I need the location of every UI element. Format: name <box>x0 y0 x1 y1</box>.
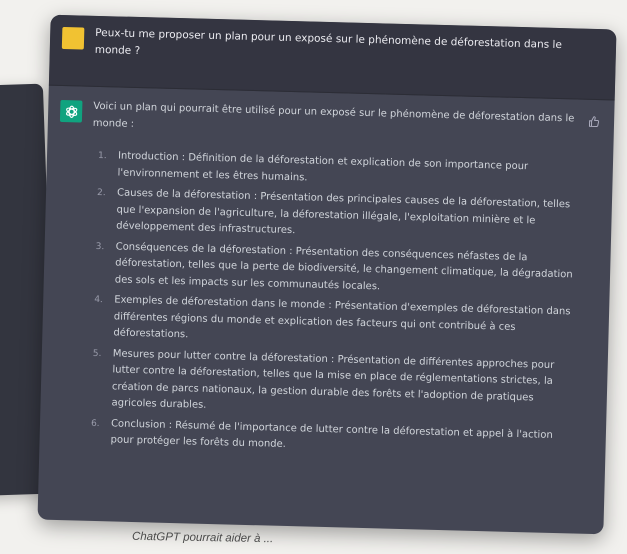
plan-item-number: 3. <box>95 241 105 252</box>
plan-list: 1. Introduction : Définition de la défore… <box>84 148 579 461</box>
openai-logo-glyph <box>65 105 77 118</box>
photo-caption: ChatGPT pourrait aider à ... <box>131 530 274 546</box>
plan-item-number: 5. <box>92 348 102 359</box>
thumbs-up-icon[interactable] <box>588 116 600 131</box>
plan-item-text: Exemples de déforestation dans le monde … <box>113 294 571 341</box>
plan-item-number: 1. <box>97 150 107 162</box>
user-message-text: Peux-tu me proposer un plan pour un expo… <box>94 26 563 58</box>
plan-item-number: 6. <box>90 418 100 429</box>
plan-item: 3. Conséquences de la déforestation : Pré… <box>96 239 577 301</box>
plan-item: 2. Causes de la déforestation : Présentat… <box>97 185 578 247</box>
plan-item-text: Conséquences de la déforestation : Prése… <box>114 240 573 292</box>
plan-item: 6. Conclusion : Résumé de l'importance de… <box>91 416 572 461</box>
assistant-message-row: Voici un plan qui pourrait être utilisé … <box>39 86 614 462</box>
user-avatar-icon <box>61 26 85 50</box>
plan-item-text: Mesures pour lutter contre la déforestat… <box>111 347 555 411</box>
plan-item: 5. Mesures pour lutter contre la déforest… <box>93 346 574 424</box>
assistant-message-body: Voici un plan qui pourrait être utilisé … <box>84 87 580 461</box>
plan-item-number: 4. <box>94 294 103 306</box>
assistant-intro-text: Voici un plan qui pourrait être utilisé … <box>92 100 575 130</box>
plan-item: 4. Exemples de déforestation dans le mond… <box>94 292 575 354</box>
chat-window: Peux-tu me proposer un plan pour un expo… <box>37 14 617 535</box>
plan-item-number: 2. <box>96 187 106 199</box>
openai-logo-icon <box>59 99 83 123</box>
plan-item-text: Conclusion : Résumé de l'importance de l… <box>110 417 553 450</box>
plan-item-text: Causes de la déforestation : Présentatio… <box>116 187 571 237</box>
plan-item-text: Introduction : Définition de la déforest… <box>117 150 529 183</box>
